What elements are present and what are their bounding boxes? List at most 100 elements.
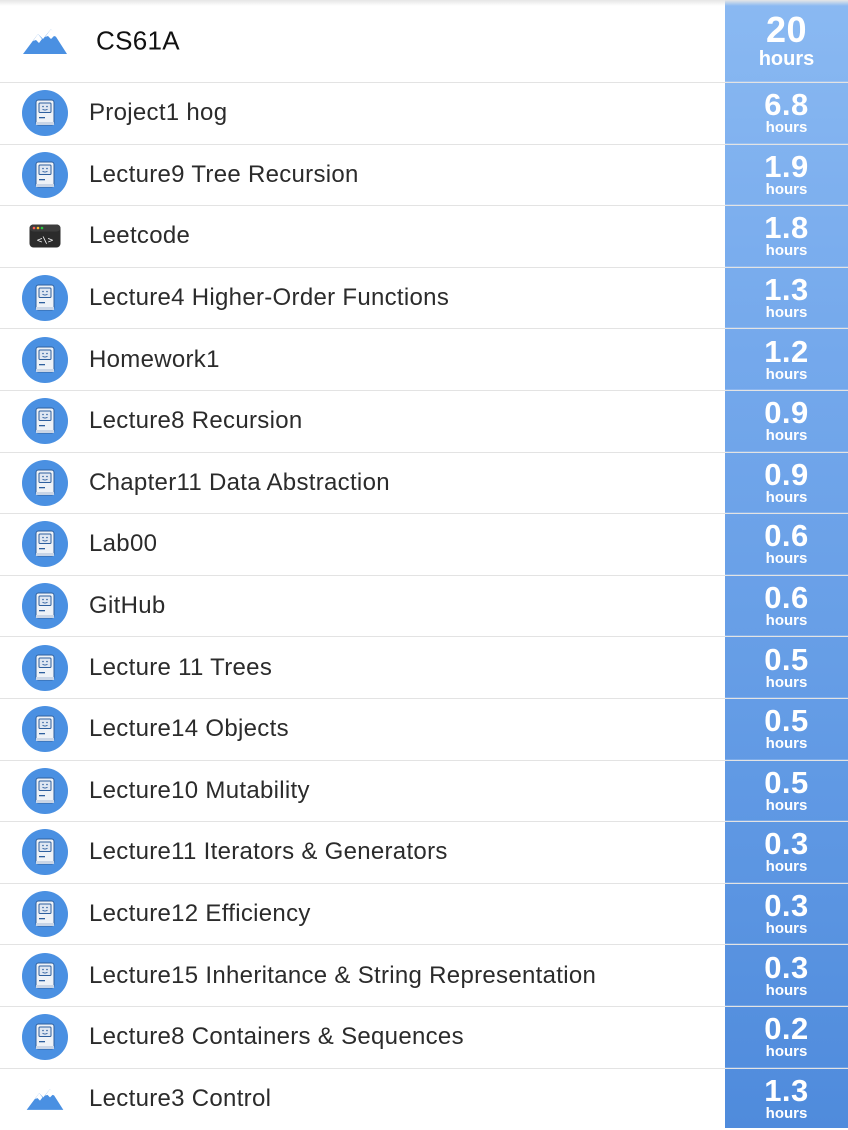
list-item[interactable]: Project1 hog6.8hours xyxy=(0,83,848,145)
code-window-icon: <\> xyxy=(21,212,69,260)
list-item[interactable]: Chapter11 Data Abstraction 0.9hours xyxy=(0,453,848,515)
top-shadow xyxy=(0,0,848,6)
time-value: 0.2 xyxy=(764,1014,809,1044)
list-item[interactable]: Lecture9 Tree Recursion 1.9hours xyxy=(0,145,848,207)
list-item[interactable]: Lecture14 Objects 0.5hours xyxy=(0,699,848,761)
list-item[interactable]: Lecture10 Mutability 0.5hours xyxy=(0,761,848,823)
list-item[interactable]: Lecture 11 Trees0.5hours xyxy=(0,637,848,699)
time-unit: hours xyxy=(766,859,808,874)
time-value: 1.9 xyxy=(764,152,809,182)
time-value: 1.3 xyxy=(764,275,809,305)
list-item-time: 0.5hours xyxy=(725,699,848,760)
time-unit: hours xyxy=(766,305,808,320)
mountain-icon xyxy=(21,17,69,65)
list-item-time: 0.9hours xyxy=(725,453,848,514)
time-value: 0.5 xyxy=(764,706,809,736)
time-list: CS61A 20 hours Project1 hog6.8hours Lect… xyxy=(0,0,848,1128)
list-item-label: Lecture11 Iterators & Generators xyxy=(89,838,448,866)
list-item[interactable]: Lecture12 Efficiency0.3hours xyxy=(0,884,848,946)
time-unit: hours xyxy=(766,490,808,505)
time-value: 0.3 xyxy=(764,953,809,983)
list-item-label: Lecture14 Objects xyxy=(89,715,289,743)
list-item-time: 0.2hours xyxy=(725,1007,848,1068)
mac-computer-icon xyxy=(21,952,69,1000)
time-unit: hours xyxy=(766,243,808,258)
list-item-label: Lecture3 Control xyxy=(89,1085,271,1113)
list-item-label: Homework1 xyxy=(89,346,220,374)
mac-computer-icon xyxy=(21,1013,69,1061)
list-item-time: 1.8hours xyxy=(725,206,848,267)
time-value: 1.3 xyxy=(764,1076,809,1106)
list-item-label: GitHub xyxy=(89,592,166,620)
time-value: 0.5 xyxy=(764,645,809,675)
time-value: 0.5 xyxy=(764,768,809,798)
list-item-label: Chapter11 Data Abstraction xyxy=(89,469,390,497)
list-item-label: Lecture15 Inheritance & String Represent… xyxy=(89,962,596,990)
list-item-time: 6.8hours xyxy=(725,83,848,144)
group-header-row[interactable]: CS61A 20 hours xyxy=(0,0,848,83)
list-item-label: Lecture 11 Trees xyxy=(89,654,272,682)
list-item-time: 0.9hours xyxy=(725,391,848,452)
list-item[interactable]: Lecture8 Containers & Sequences 0.2hours xyxy=(0,1007,848,1069)
time-unit: hours xyxy=(766,613,808,628)
list-item-time: 1.3hours xyxy=(725,268,848,329)
list-item-time: 1.3hours xyxy=(725,1069,848,1130)
time-value: 0.6 xyxy=(764,583,809,613)
mac-computer-icon xyxy=(21,644,69,692)
list-item-time: 1.9hours xyxy=(725,145,848,206)
list-item[interactable]: Homework1 1.2hours xyxy=(0,329,848,391)
mac-computer-icon xyxy=(21,397,69,445)
list-item-label: Lecture9 Tree Recursion xyxy=(89,161,359,189)
time-value: 0.9 xyxy=(764,460,809,490)
time-unit: hours xyxy=(766,428,808,443)
time-value: 0.6 xyxy=(764,521,809,551)
list-item[interactable]: Lecture15 Inheritance & String Represent… xyxy=(0,945,848,1007)
total-time-value: 20 xyxy=(766,12,807,48)
mac-computer-icon xyxy=(21,582,69,630)
list-item-label: Lecture10 Mutability xyxy=(89,777,310,805)
time-value: 6.8 xyxy=(764,90,809,120)
list-item-time: 1.2hours xyxy=(725,329,848,390)
list-item-label: Lab00 xyxy=(89,530,157,558)
time-value: 0.9 xyxy=(764,398,809,428)
mac-computer-icon xyxy=(21,459,69,507)
list-item-time: 0.3hours xyxy=(725,945,848,1006)
list-item-label: Lecture8 Containers & Sequences xyxy=(89,1023,464,1051)
mac-computer-icon xyxy=(21,828,69,876)
list-item[interactable]: GitHub 0.6hours xyxy=(0,576,848,638)
time-unit: hours xyxy=(766,736,808,751)
list-item[interactable]: Lab00 0.6hours xyxy=(0,514,848,576)
list-item-time: 0.6hours xyxy=(725,576,848,637)
list-item[interactable]: <\> Leetcode1.8hours xyxy=(0,206,848,268)
time-unit: hours xyxy=(766,1044,808,1059)
list-item-time: 0.6hours xyxy=(725,514,848,575)
mac-computer-icon xyxy=(21,890,69,938)
mac-computer-icon xyxy=(21,89,69,137)
group-title: CS61A xyxy=(96,26,180,57)
list-item[interactable]: Lecture11 Iterators & Generators 0.3hours xyxy=(0,822,848,884)
list-item[interactable]: Lecture3 Control 1.3hours xyxy=(0,1069,848,1130)
time-value: 1.8 xyxy=(764,213,809,243)
time-unit: hours xyxy=(766,182,808,197)
time-unit: hours xyxy=(766,983,808,998)
time-value: 1.2 xyxy=(764,337,809,367)
list-item[interactable]: Lecture4 Higher-Order Functions1.3hours xyxy=(0,268,848,330)
list-item-label: Lecture8 Recursion xyxy=(89,407,303,435)
mac-computer-icon xyxy=(21,151,69,199)
list-item[interactable]: Lecture8 Recursion 0.9hours xyxy=(0,391,848,453)
list-item-label: Lecture12 Efficiency xyxy=(89,900,311,928)
svg-text:<\>: <\> xyxy=(37,236,54,246)
time-unit: hours xyxy=(766,551,808,566)
list-item-time: 0.3hours xyxy=(725,822,848,883)
time-unit: hours xyxy=(766,367,808,382)
mountain-icon xyxy=(21,1075,69,1123)
time-unit: hours xyxy=(766,798,808,813)
time-unit: hours xyxy=(766,120,808,135)
mac-computer-icon xyxy=(21,336,69,384)
time-unit: hours xyxy=(766,1106,808,1121)
mac-computer-icon xyxy=(21,705,69,753)
mac-computer-icon xyxy=(21,767,69,815)
group-total-time: 20 hours xyxy=(725,0,848,82)
time-value: 0.3 xyxy=(764,829,809,859)
time-unit: hours xyxy=(766,921,808,936)
